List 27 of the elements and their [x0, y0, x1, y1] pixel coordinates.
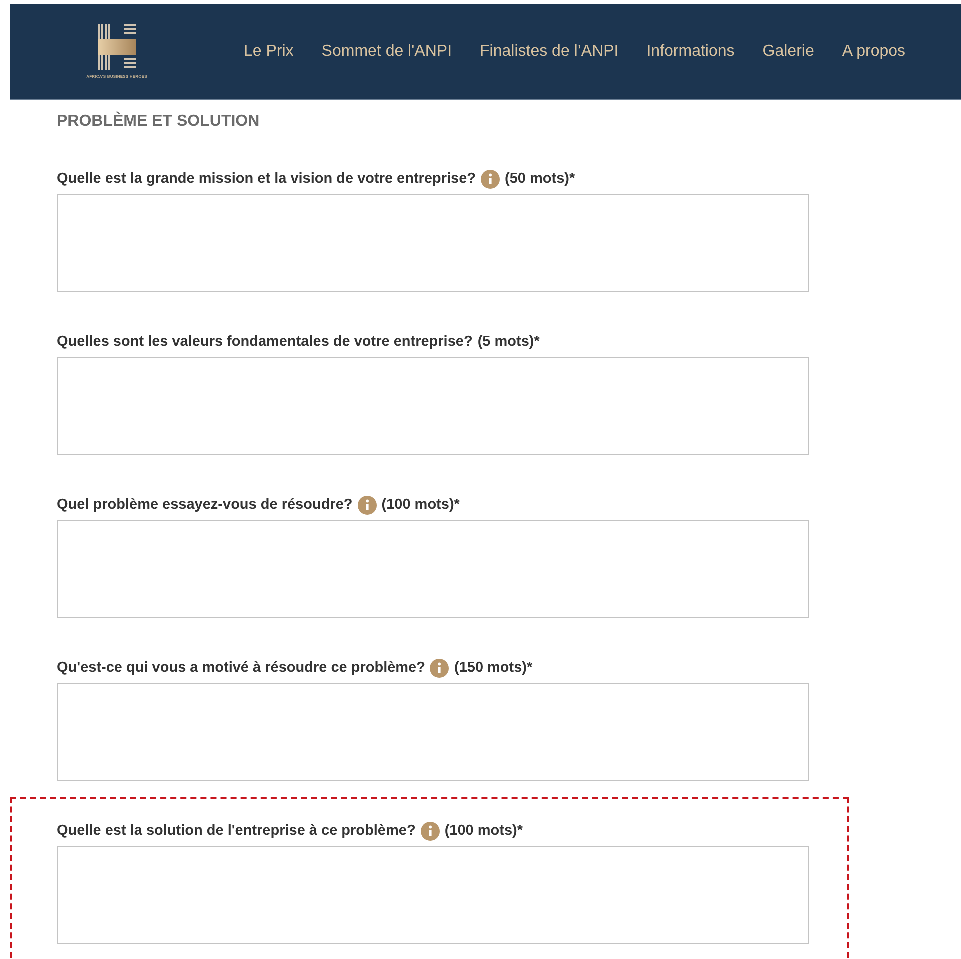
question-label: Quel problème essayez-vous de résoudre?	[57, 497, 353, 513]
question-label: Quelle est la solution de l'entreprise à ce problème?	[57, 823, 416, 839]
word-limit: (150 mots)*	[454, 660, 533, 676]
word-limit: (100 mots)*	[382, 497, 460, 513]
word-limit: (50 mots)*	[505, 171, 576, 187]
nav-link[interactable]: Le Prix	[244, 42, 294, 60]
nav-link[interactable]: Galerie	[762, 42, 814, 60]
answer-box[interactable]	[57, 683, 809, 781]
nav-link[interactable]: Sommet de l'ANPI	[322, 42, 452, 60]
section-title: PROBLÈME ET SOLUTION	[57, 113, 261, 131]
info-icon[interactable]	[430, 658, 450, 678]
word-limit: (5 mots)*	[478, 334, 540, 350]
question-label: Quelle est la grande mission et la vision de votre entreprise?	[57, 171, 476, 187]
answer-box[interactable]	[57, 520, 809, 618]
info-icon[interactable]	[358, 496, 377, 514]
nav-link[interactable]: A propos	[842, 42, 906, 60]
info-icon[interactable]	[420, 822, 440, 840]
question-label: Quelles sont les valeurs fondamentales de votre entreprise?	[57, 334, 473, 350]
answer-box[interactable]	[57, 846, 809, 944]
info-icon[interactable]	[481, 170, 500, 188]
answer-box[interactable]	[57, 357, 809, 455]
nav-link[interactable]: Informations	[646, 42, 735, 60]
nav-link[interactable]: Finalistes de l’ANPI	[480, 42, 619, 60]
answer-box[interactable]	[57, 194, 809, 292]
question-label: Qu'est-ce qui vous a motivé à résoudre ce problème?	[57, 660, 426, 676]
word-limit: (100 mots)*	[444, 823, 523, 839]
logo-icon	[98, 24, 136, 70]
